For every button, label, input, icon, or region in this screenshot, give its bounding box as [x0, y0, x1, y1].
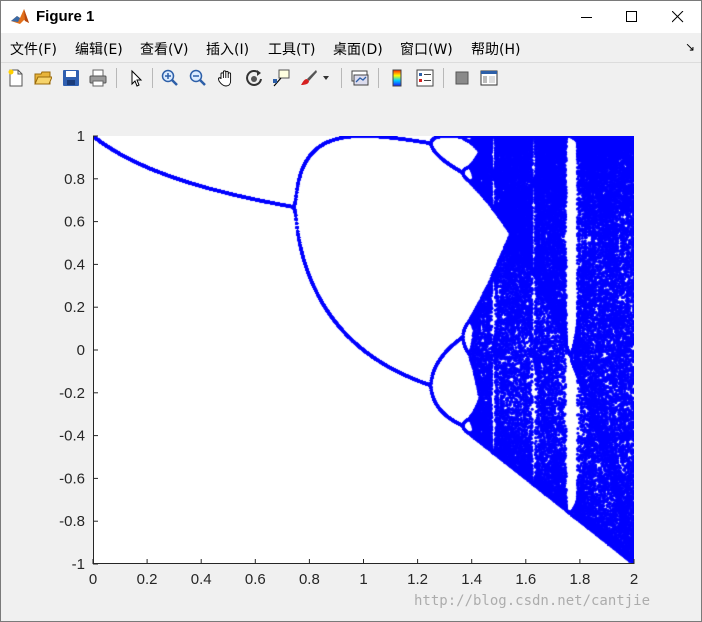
brush-button[interactable] [298, 67, 320, 89]
toolbar-separator [378, 68, 379, 88]
x-tick-label: 0.6 [245, 571, 266, 588]
y-tick-label: -0.6 [59, 470, 85, 487]
toolbar-separator [152, 68, 153, 88]
insert-legend-icon [416, 69, 434, 87]
data-cursor-icon [273, 69, 290, 87]
pan-icon [218, 70, 232, 87]
figure-window: Figure 1 文件(F) 编辑(E) 查看(V) 插入(I) 工具(T) 桌… [0, 0, 702, 622]
x-tick-label: 1.4 [461, 571, 482, 588]
chevron-down-icon [323, 76, 329, 80]
menu-view[interactable]: 查看(V) [140, 39, 189, 59]
toolbar-separator [116, 68, 117, 88]
watermark: http://blog.csdn.net/cantjie [414, 593, 651, 609]
new-figure-button[interactable] [5, 67, 27, 89]
y-tick-label: -1 [72, 556, 85, 573]
menu-desktop[interactable]: 桌面(D) [333, 39, 383, 59]
y-tick-label: 0.2 [64, 299, 85, 316]
zoom-in-icon [161, 69, 178, 86]
y-tick-label: 0 [77, 342, 85, 359]
hide-plot-tools-button[interactable] [451, 67, 473, 89]
menu-insert[interactable]: 插入(I) [206, 39, 249, 59]
hide-plot-tools-icon [455, 71, 469, 85]
print-button[interactable] [87, 67, 109, 89]
save-icon [63, 70, 79, 86]
maximize-button[interactable] [609, 1, 655, 33]
toolbar-separator [341, 68, 342, 88]
figure-toolbar [1, 62, 701, 94]
rotate-3d-icon [246, 70, 262, 86]
insert-colorbar-button[interactable] [386, 67, 408, 89]
menu-window[interactable]: 窗口(W) [400, 39, 453, 59]
show-plot-tools-icon [480, 70, 498, 86]
open-file-icon [34, 71, 52, 85]
menu-overflow-icon[interactable]: ↘ [685, 40, 695, 54]
maximize-icon [626, 11, 637, 22]
matlab-logo-icon [10, 7, 30, 27]
data-cursor-button[interactable] [270, 67, 292, 89]
menu-tools[interactable]: 工具(T) [268, 39, 315, 59]
brush-icon [301, 70, 317, 85]
menu-edit[interactable]: 编辑(E) [75, 39, 123, 59]
minimize-button[interactable] [564, 1, 610, 33]
minimize-icon [581, 17, 592, 18]
y-tick-label: -0.8 [59, 513, 85, 530]
close-button[interactable] [655, 1, 701, 33]
open-file-button[interactable] [32, 67, 54, 89]
y-tick-label: 0.6 [64, 214, 85, 231]
edit-plot-icon [131, 69, 143, 87]
window-title: Figure 1 [36, 8, 95, 25]
y-tick-label: 1 [77, 128, 85, 145]
zoom-out-icon [189, 69, 206, 86]
rotate-3d-button[interactable] [243, 67, 265, 89]
title-bar[interactable]: Figure 1 [1, 1, 701, 33]
edit-plot-button[interactable] [125, 67, 147, 89]
zoom-in-button[interactable] [159, 67, 181, 89]
show-plot-tools-button[interactable] [478, 67, 500, 89]
x-tick-label: 0.4 [191, 571, 212, 588]
y-tick-label: -0.4 [59, 428, 85, 445]
link-plot-button[interactable] [349, 67, 371, 89]
x-tick-label: 2 [630, 571, 638, 588]
figure-canvas: 0 0.2 0.4 0.6 0.8 1 1.2 1.4 1.6 1.8 2 -1 -0.8 -0.6 -0.… [1, 93, 701, 621]
x-tick-label: 1.2 [407, 571, 428, 588]
insert-colorbar-icon [392, 69, 402, 87]
x-tick-label: 0 [89, 571, 97, 588]
scatter-points [93, 136, 634, 564]
menu-bar: 文件(F) 编辑(E) 查看(V) 插入(I) 工具(T) 桌面(D) 窗口(W… [1, 33, 701, 61]
x-tick-label: 0.2 [137, 571, 158, 588]
link-plot-icon [351, 70, 369, 86]
brush-dropdown-button[interactable] [319, 67, 333, 89]
toolbar-separator [443, 68, 444, 88]
zoom-out-button[interactable] [187, 67, 209, 89]
y-tick-label: -0.2 [59, 385, 85, 402]
x-tick-label: 0.8 [299, 571, 320, 588]
print-icon [89, 69, 107, 87]
x-tick-label: 1.6 [515, 571, 536, 588]
new-figure-icon [8, 69, 23, 87]
bifurcation-plot[interactable]: 0 0.2 0.4 0.6 0.8 1 1.2 1.4 1.6 1.8 2 -1 -0.8 -0.6 -0.… [1, 93, 701, 621]
save-button[interactable] [60, 67, 82, 89]
close-icon [672, 11, 684, 23]
x-tick-label: 1 [359, 571, 367, 588]
menu-help[interactable]: 帮助(H) [471, 39, 520, 59]
x-tick-label: 1.8 [569, 571, 590, 588]
insert-legend-button[interactable] [414, 67, 436, 89]
scatter-series [93, 136, 634, 564]
y-tick-label: 0.8 [64, 171, 85, 188]
pan-button[interactable] [215, 67, 237, 89]
y-tick-label: 0.4 [64, 256, 85, 273]
menu-file[interactable]: 文件(F) [10, 39, 57, 59]
